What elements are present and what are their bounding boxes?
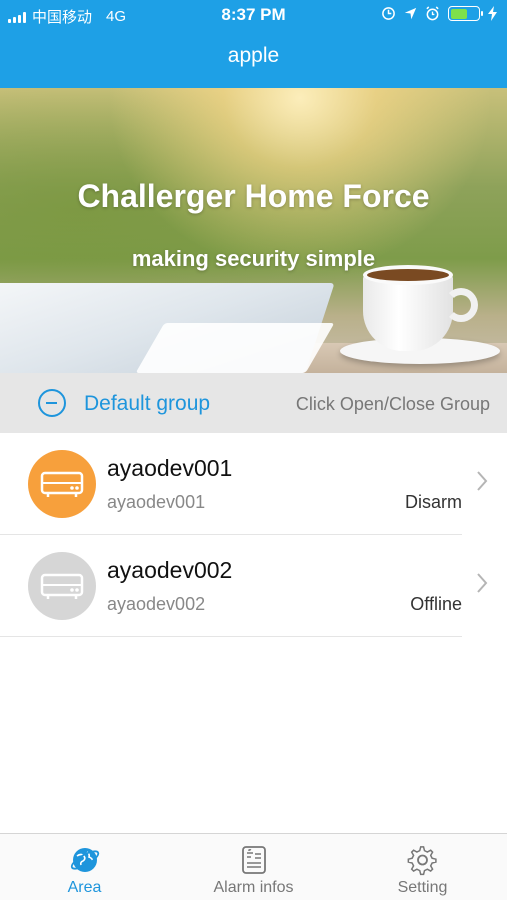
tab-area[interactable]: Area: [0, 834, 169, 900]
screen-lock-icon: [382, 7, 395, 20]
tab-label: Setting: [397, 879, 448, 896]
device-name: ayaodev001: [107, 455, 233, 481]
device-icon: [28, 552, 96, 620]
gear-icon: [407, 846, 437, 876]
group-name: Default group: [84, 392, 211, 415]
device-row-ayaodev002[interactable]: ayaodev002 ayaodev002 Offline: [0, 535, 507, 637]
tab-alarm-infos[interactable]: Alarm infos: [169, 834, 338, 900]
tab-label: Alarm infos: [213, 879, 294, 896]
tab-bar: Area Alarm infos Setting: [0, 833, 507, 900]
tab-setting[interactable]: Setting: [338, 834, 507, 900]
device-icon: [28, 450, 96, 518]
chevron-right-icon: [477, 471, 488, 491]
status-bar: 中国移动 4G 8:37 PM: [0, 0, 507, 32]
alarm-list-icon: [241, 846, 266, 874]
device-name: ayaodev002: [107, 557, 233, 583]
device-status: Offline: [410, 594, 462, 614]
banner-headline: Challerger Home Force: [77, 178, 430, 214]
device-id: ayaodev002: [107, 594, 206, 614]
top-bar: 中国移动 4G 8:37 PM apple: [0, 0, 507, 88]
globe-icon: [70, 848, 99, 872]
group-header[interactable]: Default group Click Open/Close Group: [0, 373, 507, 433]
banner-tagline: making security simple: [131, 246, 376, 271]
battery-icon: [448, 6, 483, 21]
location-icon: [404, 7, 417, 20]
chevron-right-icon: [477, 573, 488, 593]
group-hint: Click Open/Close Group: [295, 394, 490, 414]
page-title: apple: [227, 44, 280, 67]
tab-label: Area: [67, 879, 102, 896]
promo-banner: Challerger Home Force making security si…: [0, 88, 507, 373]
collapse-group-icon[interactable]: [38, 389, 66, 417]
device-id: ayaodev001: [107, 492, 206, 512]
device-status: Disarm: [405, 492, 462, 512]
alarm-clock-icon: [426, 6, 439, 21]
device-row-ayaodev001[interactable]: ayaodev001 ayaodev001 Disarm: [0, 433, 507, 535]
charging-icon: [488, 6, 497, 21]
